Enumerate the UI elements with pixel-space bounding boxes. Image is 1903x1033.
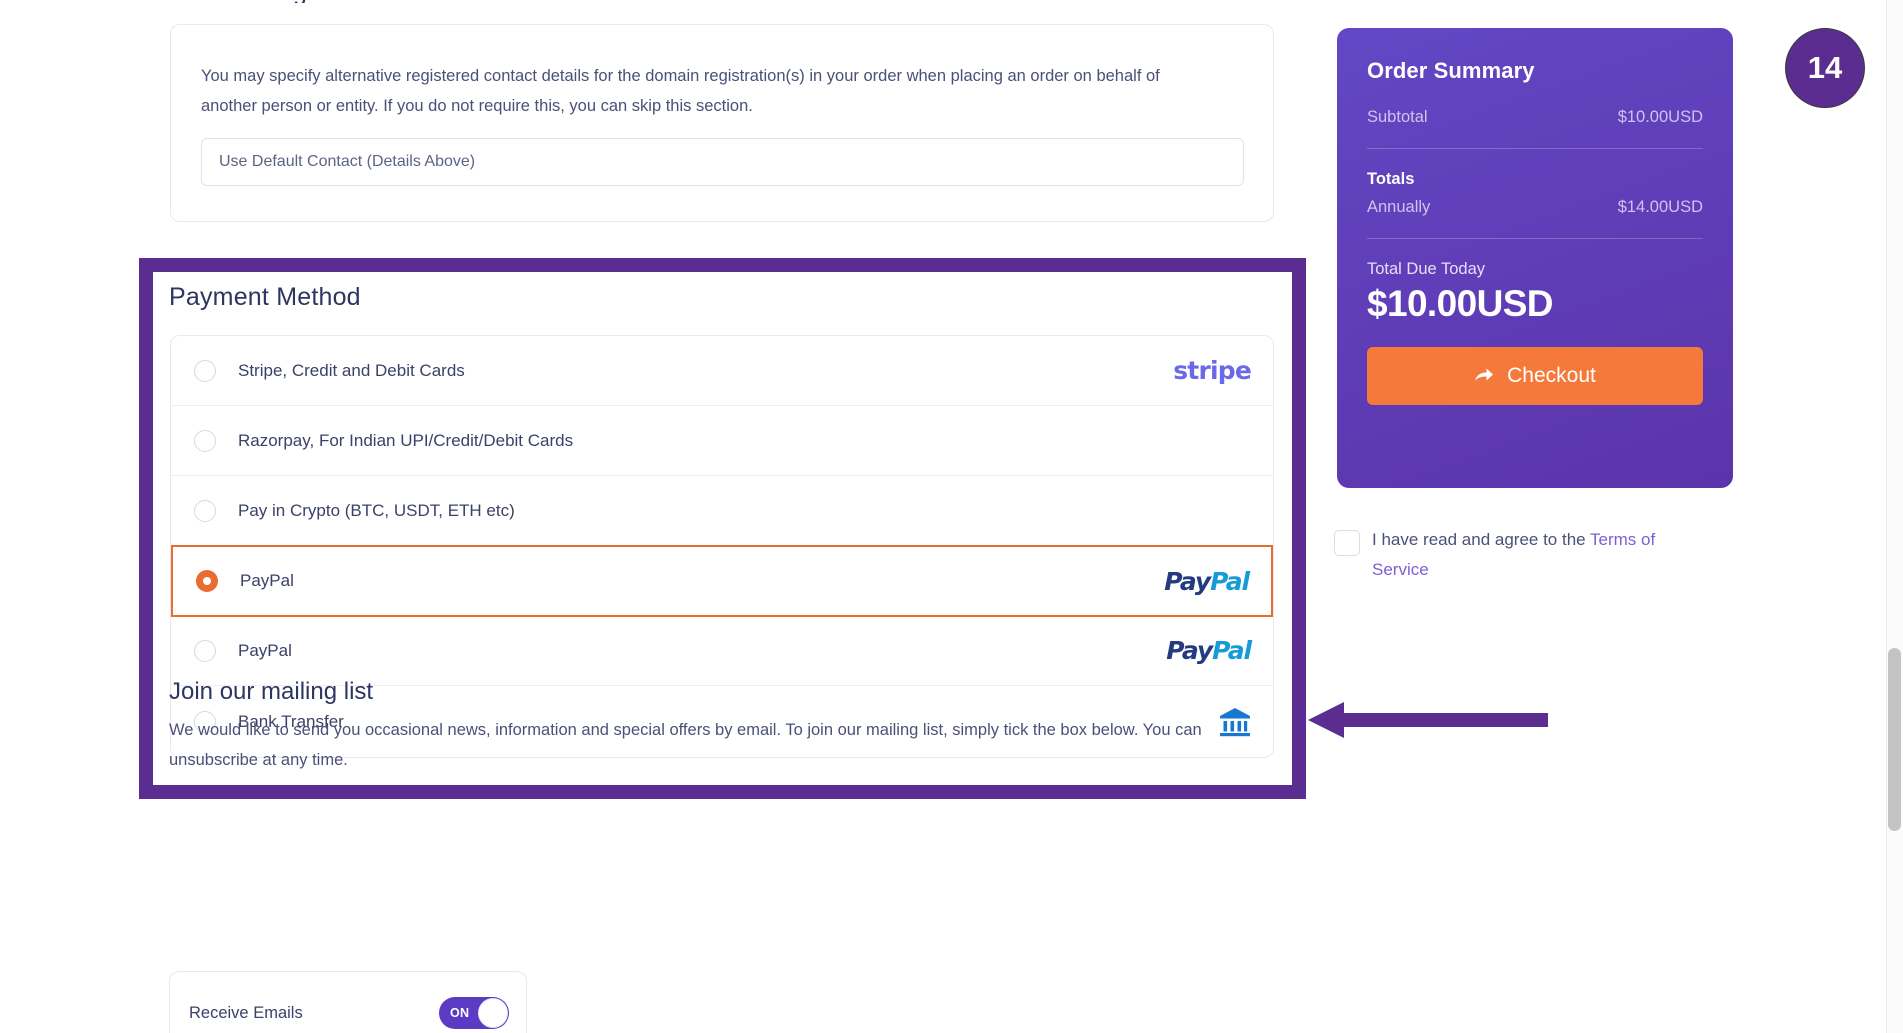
stripe-logo-text: stripe [1173, 356, 1252, 385]
order-summary-title: Order Summary [1367, 58, 1535, 83]
checkout-page: Domain Registrant Information You may sp… [0, 0, 1903, 1033]
stripe-logo: stripe [1173, 356, 1252, 385]
contact-select[interactable]: Use Default Contact (Details Above) [201, 138, 1244, 186]
terms-checkbox[interactable] [1334, 530, 1360, 556]
checkout-button-label: Checkout [1507, 364, 1596, 387]
payment-option-label: PayPal [238, 640, 292, 660]
payment-option-label: Pay in Crypto (BTC, USDT, ETH etc) [238, 500, 515, 520]
totals-label: Totals [1367, 170, 1415, 188]
summary-divider-2 [1367, 238, 1703, 239]
radio-razorpay[interactable] [194, 429, 216, 452]
radio-crypto[interactable] [194, 499, 216, 522]
paypal-logo-text-pay: Pay [1166, 636, 1213, 665]
toggle-state-text: ON [450, 1006, 470, 1020]
receive-emails-toggle[interactable]: ON [439, 997, 509, 1029]
registrant-contact-description: You may specify alternative registered c… [201, 67, 1160, 115]
summary-divider-1 [1367, 148, 1703, 149]
payment-option-label: Stripe, Credit and Debit Cards [238, 360, 465, 380]
checkout-button[interactable]: Checkout [1367, 347, 1703, 405]
top-partial-heading-text: Domain Registrant Information [168, 0, 507, 3]
arrow-right-icon [1475, 368, 1494, 381]
payment-option-label: Razorpay, For Indian UPI/Credit/Debit Ca… [238, 430, 574, 450]
payment-option-label: PayPal [240, 571, 294, 590]
payment-option-crypto[interactable]: Pay in Crypto (BTC, USDT, ETH etc) [171, 476, 1273, 546]
mailing-list-description: We would like to send you occasional new… [169, 721, 1202, 769]
payment-option-stripe[interactable]: Stripe, Credit and Debit Cards stripe [171, 336, 1273, 406]
paypal-logo: PayPal [1166, 636, 1252, 665]
paypal-logo-text-pal: Pal [1210, 566, 1250, 596]
radio-paypal-second[interactable] [194, 639, 216, 662]
annually-label: Annually [1367, 198, 1431, 216]
paypal-logo: PayPal [1164, 566, 1250, 596]
page-scrollbar-track[interactable] [1886, 0, 1903, 1033]
payment-option-paypal-second[interactable]: PayPal PayPal [171, 616, 1273, 686]
annotation-arrow-left [1308, 700, 1548, 745]
terms-agreement[interactable]: I have read and agree to the Terms of Se… [1334, 525, 1664, 585]
radio-paypal-selected[interactable] [196, 570, 218, 592]
radio-stripe[interactable] [194, 359, 216, 382]
payment-option-paypal-selected[interactable]: PayPal PayPal [171, 545, 1273, 617]
order-summary-panel: Order Summary Subtotal $10.00USD Totals … [1337, 28, 1733, 488]
page-scrollbar-thumb[interactable] [1888, 648, 1901, 831]
receive-emails-label: Receive Emails [189, 1003, 303, 1022]
paypal-logo-text-pal: Pal [1212, 636, 1252, 665]
mailing-list-card: Receive Emails ON [169, 971, 527, 1033]
terms-prefix: I have read and agree to the [1372, 530, 1591, 549]
terms-text: I have read and agree to the Terms of Se… [1372, 525, 1664, 585]
total-due-today-value: $10.00USD [1367, 283, 1553, 324]
toggle-knob [478, 998, 508, 1028]
subtotal-label: Subtotal [1367, 108, 1428, 126]
step-number-badge: 14 [1785, 28, 1865, 108]
total-due-today-label: Total Due Today [1367, 260, 1486, 278]
payment-option-razorpay[interactable]: Razorpay, For Indian UPI/Credit/Debit Ca… [171, 406, 1273, 476]
registrant-contact-card: You may specify alternative registered c… [170, 24, 1274, 222]
mailing-list-title: Join our mailing list [169, 678, 374, 705]
annually-value: $14.00USD [1617, 198, 1703, 216]
page-top-partial-heading: Domain Registrant Information [0, 0, 1880, 3]
subtotal-value: $10.00USD [1617, 108, 1703, 126]
payment-method-title: Payment Method [169, 283, 361, 311]
paypal-logo-text-pay: Pay [1164, 566, 1211, 596]
